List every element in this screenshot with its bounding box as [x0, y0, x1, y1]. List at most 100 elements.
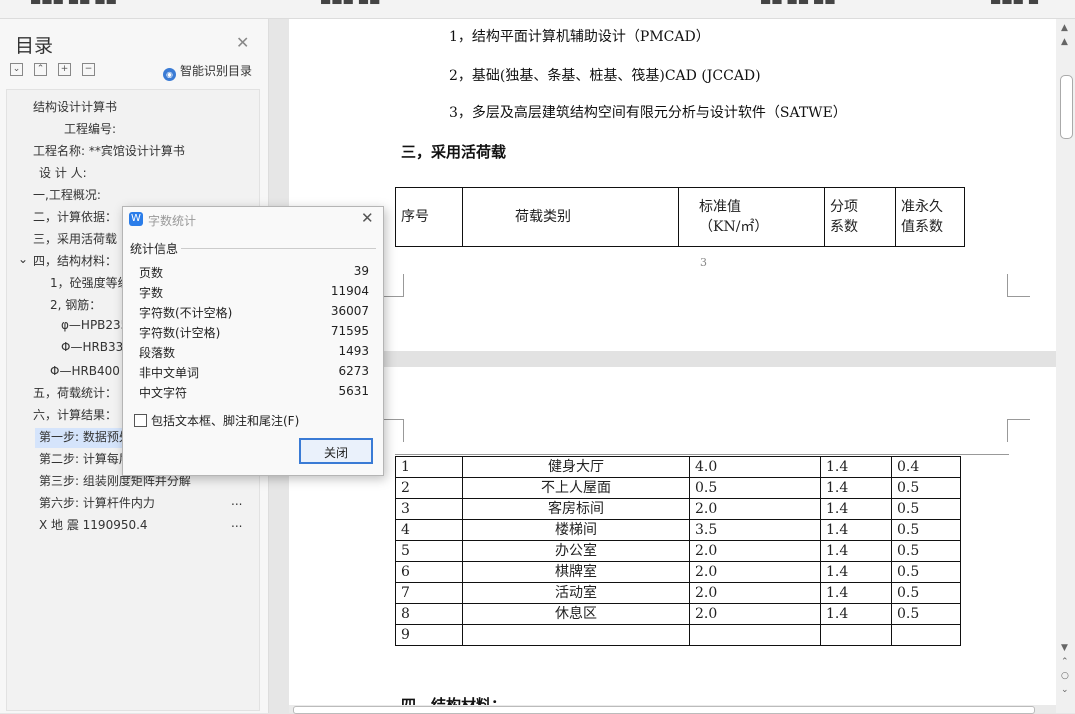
toolbar-fragment[interactable]: ▬▬ ▬▬ ▬▬ [760, 0, 836, 8]
scroll-down-icon[interactable]: ▼ [1061, 643, 1068, 653]
stat-value: 11904 [330, 284, 369, 298]
cell-factor: 1.4 [820, 498, 892, 520]
toc-item[interactable]: 结构设计计算书 [33, 98, 117, 115]
page: 1，结构平面计算机辅助设计（PMCAD） 2，基础(独基、条基、桩基、筏基)CA… [289, 19, 1056, 351]
toc-item[interactable]: X 地 震 1190950.4 [39, 516, 148, 533]
add-level-icon[interactable]: + [58, 63, 71, 76]
header-cell: 分项 系数 [824, 187, 896, 247]
scroll-up-icon[interactable]: ▲ [1061, 37, 1068, 47]
cell-type: 不上人屋面 [462, 477, 690, 499]
list-item: 1，结构平面计算机辅助设计（PMCAD） [449, 29, 710, 45]
toc-item[interactable]: 二，计算依据： [33, 208, 117, 225]
load-table-body: 1 健身大厅 4.0 1.4 0.4 2 不上人屋面 0.5 1.4 0.5 3 客房标间 2.0 1… [395, 456, 961, 646]
toolbar-fragment[interactable]: ▬▬▬ ▬ [990, 0, 1039, 8]
cell-quasi: 0.5 [891, 498, 961, 520]
divider [181, 248, 376, 249]
toc-item[interactable]: 六，计算结果： [33, 406, 117, 423]
cell-std: 2.0 [689, 582, 821, 604]
toc-item[interactable]: 四，结构材料： [33, 252, 117, 269]
circle-icon[interactable]: ○ [1061, 671, 1069, 681]
cell-std [689, 624, 821, 646]
wps-logo-icon: W [129, 212, 143, 226]
cell-std: 0.5 [689, 477, 821, 499]
stat-label: 字数 [139, 286, 164, 300]
cell-type: 健身大厅 [462, 456, 690, 478]
close-icon[interactable]: ✕ [361, 209, 374, 227]
word-count-dialog: W 字数统计 ✕ 统计信息 页数 39 字数 11904 字符数(不计空格) 3… [122, 206, 384, 476]
smart-icon: ◉ [163, 68, 176, 81]
include-textbox-checkbox[interactable] [134, 414, 147, 427]
toc-item[interactable]: 一,工程概况: [33, 186, 101, 203]
table-row: 2 不上人屋面 0.5 1.4 0.5 [395, 477, 961, 499]
cell-quasi [891, 624, 961, 646]
table-row: 3 客房标间 2.0 1.4 0.5 [395, 498, 961, 520]
cell-type: 棋牌室 [462, 561, 690, 583]
collapse-all-icon[interactable]: ⌄ [10, 63, 23, 76]
section-heading: 四，结构材料： [401, 696, 507, 705]
cell-std: 4.0 [689, 456, 821, 478]
cell-factor: 1.4 [820, 540, 892, 562]
toc-item[interactable]: 2, 钢筋： [50, 296, 101, 313]
page-up-icon[interactable]: ⌃ [1061, 657, 1069, 667]
header-cell: 荷载类别 [462, 187, 679, 247]
toc-item[interactable]: Φ—HRB335 [61, 340, 131, 354]
scroll-up-icon[interactable]: ▲ [1061, 23, 1068, 33]
cell-no: 6 [395, 561, 463, 583]
toc-item[interactable]: 工程名称: **宾馆设计计算书 [33, 142, 185, 159]
remove-level-icon[interactable]: − [82, 63, 95, 76]
table-row: 8 休息区 2.0 1.4 0.5 [395, 603, 961, 625]
document-area: 1，结构平面计算机辅助设计（PMCAD） 2，基础(独基、条基、桩基、筏基)CA… [289, 19, 1056, 705]
stat-label: 段落数 [139, 346, 176, 360]
checkbox-label[interactable]: 包括文本框、脚注和尾注(F) [151, 412, 299, 429]
cell-factor: 1.4 [820, 477, 892, 499]
vertical-scrollbar[interactable]: ▲ ▲ ▼ ⌃ ○ ⌄ [1056, 19, 1075, 713]
cell-no: 1 [395, 456, 463, 478]
toc-item[interactable]: 五，荷载统计： [33, 384, 117, 401]
crop-mark [381, 274, 404, 297]
page-down-icon[interactable]: ⌄ [1061, 685, 1069, 695]
cell-factor: 1.4 [820, 561, 892, 583]
toc-item[interactable]: 第六步: 计算杆件内力 [39, 494, 155, 511]
stat-value: 36007 [330, 304, 369, 318]
cell-std: 2.0 [689, 561, 821, 583]
cell-no: 9 [395, 624, 463, 646]
cell-quasi: 0.5 [891, 561, 961, 583]
table-row: 1 健身大厅 4.0 1.4 0.4 [395, 456, 961, 478]
toc-title: 目录 [15, 35, 54, 57]
toc-item[interactable]: φ—HPB235 [61, 318, 128, 332]
table-row: 9 [395, 624, 961, 646]
section-heading: 三，采用活荷载 [401, 143, 507, 161]
stat-label: 页数 [139, 266, 164, 280]
crop-mark [381, 419, 404, 442]
cell-std: 2.0 [689, 498, 821, 520]
table-row: 5 办公室 2.0 1.4 0.5 [395, 540, 961, 562]
cell-factor [820, 624, 892, 646]
cell-no: 4 [395, 519, 463, 541]
expand-up-icon[interactable]: ⌃ [34, 63, 47, 76]
toolbar-fragment[interactable]: ▬▬▬ ▬▬ ▬▬ [30, 0, 117, 8]
toc-item[interactable]: 工程编号: [64, 120, 116, 137]
toc-item[interactable]: 1，砼强度等级 [50, 274, 130, 291]
stat-value: 1493 [338, 344, 369, 358]
scroll-thumb[interactable] [1060, 75, 1073, 139]
close-button[interactable]: 关闭 [299, 438, 373, 464]
header-cell: 序号 [395, 187, 463, 247]
smart-toc-button[interactable]: ◉ 智能识别目录 [163, 62, 252, 81]
ribbon-toolbar: ▬▬▬ ▬▬ ▬▬ ▬▬▬ ▬▬ ▬▬ ▬▬ ▬▬ ▬▬▬ ▬ [0, 0, 1075, 19]
cell-quasi: 0.5 [891, 582, 961, 604]
cell-no: 7 [395, 582, 463, 604]
horizontal-scrollbar[interactable] [289, 705, 1056, 714]
cell-quasi: 0.5 [891, 519, 961, 541]
close-icon[interactable]: ✕ [236, 33, 249, 52]
stat-label: 字符数(计空格) [139, 326, 221, 340]
toolbar-fragment[interactable]: ▬▬▬ ▬▬ [320, 0, 381, 8]
chevron-down-icon[interactable]: ⌄ [18, 252, 28, 266]
toc-item[interactable]: 第二步: 计算每层 [39, 450, 131, 467]
cell-std: 3.5 [689, 519, 821, 541]
toc-item[interactable]: 第一步: 数据预处 [39, 428, 131, 445]
toc-item[interactable]: 设 计 人: [39, 164, 87, 181]
stat-label: 非中文单词 [139, 366, 200, 380]
toc-item[interactable]: 三，采用活荷载 [33, 230, 117, 247]
toc-item-ellipsis: ... [231, 516, 243, 530]
cell-quasi: 0.5 [891, 540, 961, 562]
